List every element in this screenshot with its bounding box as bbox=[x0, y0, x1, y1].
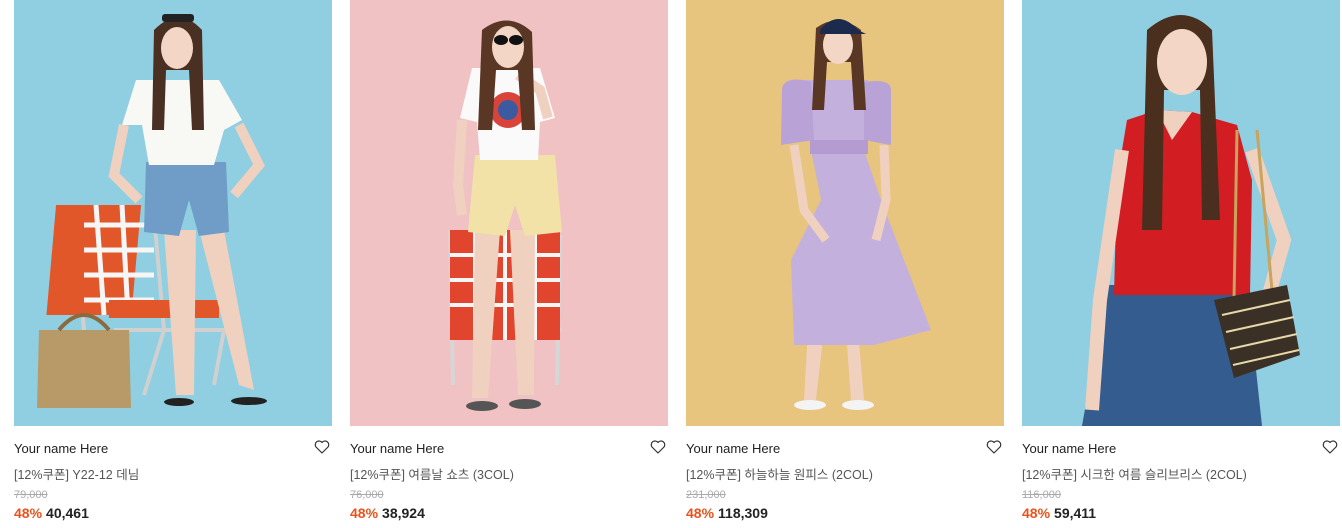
product-grid: Your name Here [12%쿠폰] Y22-12 데님 79,000 … bbox=[0, 0, 1342, 528]
sale-price-row: 48% 59,411 bbox=[1022, 505, 1096, 521]
original-price: 116,000 bbox=[1022, 489, 1061, 501]
original-price: 79,000 bbox=[14, 489, 48, 501]
discount-rate: 48% bbox=[14, 505, 43, 521]
sale-price: 118,309 bbox=[718, 505, 768, 521]
sale-price-row: 48% 38,924 bbox=[350, 505, 425, 521]
product-photo-dress bbox=[686, 0, 1004, 426]
sale-price-row: 48% 40,461 bbox=[14, 505, 89, 521]
discount-rate: 48% bbox=[1022, 505, 1051, 521]
product-title[interactable]: [12%쿠폰] 시크한 여름 슬리브리스 (2COL) bbox=[1022, 464, 1247, 483]
product-title[interactable]: [12%쿠폰] 하늘하늘 원피스 (2COL) bbox=[686, 464, 873, 483]
product-photo-shorts bbox=[350, 0, 668, 426]
discount-rate: 48% bbox=[350, 505, 379, 521]
brand-name[interactable]: Your name Here bbox=[1022, 441, 1116, 456]
product-image[interactable] bbox=[14, 0, 332, 426]
brand-name[interactable]: Your name Here bbox=[14, 441, 108, 456]
product-card[interactable]: Your name Here [12%쿠폰] 여름날 쇼츠 (3COL) 76,… bbox=[350, 0, 668, 528]
product-image[interactable] bbox=[350, 0, 668, 426]
heart-outline-icon[interactable] bbox=[650, 439, 666, 455]
product-title[interactable]: [12%쿠폰] 여름날 쇼츠 (3COL) bbox=[350, 464, 514, 483]
original-price: 76,000 bbox=[350, 489, 384, 501]
heart-outline-icon[interactable] bbox=[986, 439, 1002, 455]
product-image[interactable] bbox=[686, 0, 1004, 426]
product-title[interactable]: [12%쿠폰] Y22-12 데님 bbox=[14, 464, 139, 483]
product-card[interactable]: Your name Here [12%쿠폰] 하늘하늘 원피스 (2COL) 2… bbox=[686, 0, 1004, 528]
product-photo-sleeveless bbox=[1022, 0, 1340, 426]
sale-price: 59,411 bbox=[1054, 505, 1097, 521]
sale-price: 38,924 bbox=[382, 505, 425, 521]
brand-name[interactable]: Your name Here bbox=[350, 441, 444, 456]
heart-outline-icon[interactable] bbox=[314, 439, 330, 455]
product-card[interactable]: Your name Here [12%쿠폰] Y22-12 데님 79,000 … bbox=[14, 0, 332, 528]
heart-outline-icon[interactable] bbox=[1322, 439, 1338, 455]
discount-rate: 48% bbox=[686, 505, 715, 521]
brand-name[interactable]: Your name Here bbox=[686, 441, 780, 456]
sale-price: 40,461 bbox=[46, 505, 89, 521]
product-photo-denim bbox=[14, 0, 332, 426]
sale-price-row: 48% 118,309 bbox=[686, 505, 768, 521]
original-price: 231,000 bbox=[686, 489, 726, 501]
product-card[interactable]: Your name Here [12%쿠폰] 시크한 여름 슬리브리스 (2CO… bbox=[1022, 0, 1340, 528]
product-image[interactable] bbox=[1022, 0, 1340, 426]
